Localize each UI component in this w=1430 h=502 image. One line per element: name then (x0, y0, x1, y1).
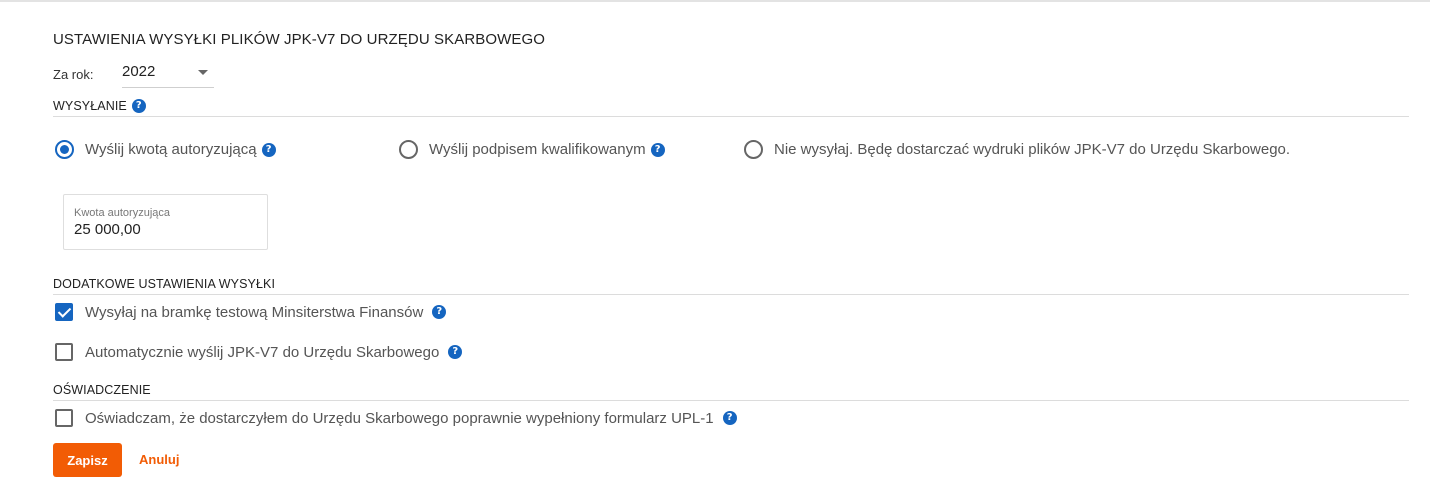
checkbox-unchecked-icon[interactable] (55, 409, 73, 427)
question-circle-icon[interactable]: ? (432, 305, 447, 319)
top-divider (0, 0, 1430, 2)
authorization-amount-field[interactable]: Kwota autoryzująca 25 000,00 (63, 194, 268, 250)
question-circle-icon[interactable]: ? (131, 99, 146, 113)
year-label: Za rok: (53, 67, 94, 82)
year-select[interactable]: 2022 (122, 60, 214, 88)
checkbox-declaration[interactable]: Oświadczam, że dostarczyłem do Urzędu Sk… (55, 409, 737, 427)
year-value: 2022 (122, 63, 156, 80)
page-title: USTAWIENIA WYSYŁKI PLIKÓW JPK-V7 DO URZĘ… (53, 31, 546, 48)
additional-section-title: DODATKOWE USTAWIENIA WYSYŁKI (53, 277, 276, 291)
checkbox-unchecked-icon[interactable] (55, 343, 73, 361)
checkbox-test-gateway[interactable]: Wysyłaj na bramkę testową Minsiterstwa F… (55, 303, 447, 321)
radio-authorization-amount[interactable]: Wyślij kwotą autoryzującą ? (55, 140, 276, 159)
radio-unchecked-icon[interactable] (744, 140, 763, 159)
radio-checked-icon[interactable] (55, 140, 74, 159)
authorization-amount-label: Kwota autoryzująca (74, 207, 170, 219)
radio-label-qualified-signature: Wyślij podpisem kwalifikowanym (429, 141, 646, 158)
authorization-amount-value[interactable]: 25 000,00 (74, 221, 267, 238)
checkbox-label-declaration: Oświadczam, że dostarczyłem do Urzędu Sk… (85, 409, 714, 427)
radio-do-not-send[interactable]: Nie wysyłaj. Będę dostarczać wydruki pli… (744, 140, 1290, 159)
radio-qualified-signature[interactable]: Wyślij podpisem kwalifikowanym ? (399, 140, 665, 159)
year-selector-row: Za rok: 2022 (53, 60, 223, 88)
sending-section-header: WYSYŁANIE ? (53, 97, 1409, 117)
additional-section-header: DODATKOWE USTAWIENIA WYSYŁKI (53, 275, 1409, 295)
radio-unchecked-icon[interactable] (399, 140, 418, 159)
checkbox-label-test-gateway: Wysyłaj na bramkę testową Minsiterstwa F… (85, 303, 424, 321)
question-circle-icon[interactable]: ? (722, 411, 737, 425)
question-circle-icon[interactable]: ? (261, 142, 276, 157)
radio-label-do-not-send: Nie wysyłaj. Będę dostarczać wydruki pli… (774, 141, 1291, 158)
declaration-section-header: OŚWIADCZENIE (53, 381, 1409, 401)
checkbox-label-auto-send: Automatycznie wyślij JPK-V7 do Urzędu Sk… (85, 343, 440, 361)
checkbox-checked-icon[interactable] (55, 303, 73, 321)
question-circle-icon[interactable]: ? (650, 142, 665, 157)
save-button[interactable]: Zapisz (53, 443, 122, 477)
caret-down-icon (198, 70, 208, 75)
checkbox-auto-send[interactable]: Automatycznie wyślij JPK-V7 do Urzędu Sk… (55, 343, 463, 361)
question-circle-icon[interactable]: ? (448, 345, 463, 359)
declaration-section-title: OŚWIADCZENIE (53, 383, 151, 397)
radio-label-authorization-amount: Wyślij kwotą autoryzującą (85, 141, 257, 158)
cancel-link[interactable]: Anuluj (139, 452, 179, 467)
sending-section-title: WYSYŁANIE (53, 99, 127, 113)
